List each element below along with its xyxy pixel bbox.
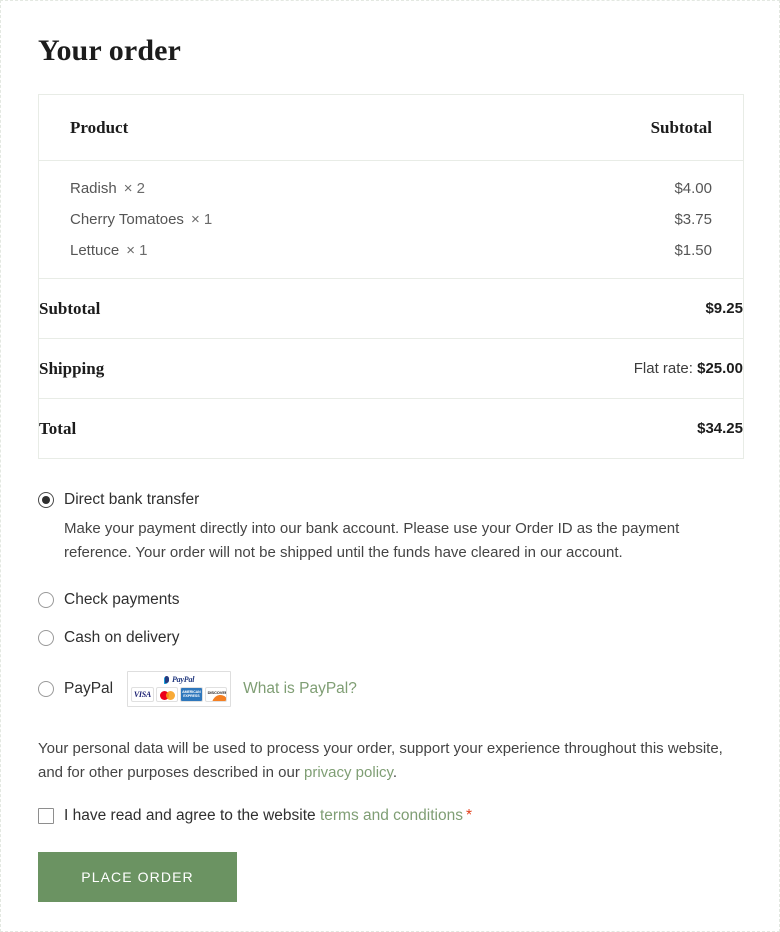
subtotal-row: Subtotal $9.25 — [38, 278, 744, 339]
payment-method-bacs[interactable]: Direct bank transfer Make your payment d… — [38, 487, 742, 564]
terms-row[interactable]: I have read and agree to the website ter… — [38, 807, 742, 825]
total-value-cell: $34.25 — [391, 399, 744, 459]
order-item-amount: $3.75 — [674, 211, 712, 228]
discover-arc — [210, 694, 227, 702]
payment-methods-list: Direct bank transfer Make your payment d… — [38, 487, 742, 711]
payment-method-paypal-header[interactable]: PayPal PayPal VISA AMERICAN EXPRESS DISC… — [38, 667, 742, 711]
order-table-head: Product Subtotal — [38, 94, 744, 161]
payment-method-paypal[interactable]: PayPal PayPal VISA AMERICAN EXPRESS DISC… — [38, 667, 742, 711]
total-label: Total — [39, 418, 77, 438]
radio-cash-on-delivery[interactable] — [38, 630, 54, 647]
order-item-name: Cherry Tomatoes — [70, 211, 184, 228]
order-item-qty: × 2 — [123, 180, 145, 197]
terms-label-text: I have read and agree to the website — [64, 806, 320, 824]
checkout-order-panel: Your order Product Subtotal Radish × 2 $4… — [0, 0, 780, 932]
payment-method-bacs-description: Make your payment directly into our bank… — [64, 520, 680, 561]
payment-method-paypal-label: PayPal — [64, 680, 114, 698]
page-title: Your order — [38, 34, 181, 67]
payment-method-bacs-header[interactable]: Direct bank transfer — [38, 487, 742, 513]
privacy-notice: Your personal data will be used to proce… — [38, 737, 728, 784]
visa-wordmark: VISA — [133, 690, 151, 700]
paypal-p-icon — [163, 675, 170, 684]
payment-method-cod[interactable]: Cash on delivery — [38, 625, 742, 651]
terms-checkbox[interactable] — [38, 807, 54, 824]
checkout-content: Your order Product Subtotal Radish × 2 $4… — [1, 1, 779, 902]
order-item-name: Radish — [70, 180, 117, 197]
order-review-table: Product Subtotal Radish × 2 $4.00 Cherry … — [38, 94, 744, 459]
amex-wordmark: AMERICAN EXPRESS — [182, 690, 201, 698]
paypal-accepted-cards-image: PayPal VISA AMERICAN EXPRESS DISCOVER — [127, 671, 232, 708]
privacy-notice-text-end: . — [392, 764, 398, 782]
card-logos: VISA AMERICAN EXPRESS DISCOVER — [131, 687, 228, 703]
order-summary-body: Subtotal $9.25 Shipping Flat rate: $25.0… — [38, 278, 744, 459]
order-item-name-cell: Radish × 2 — [39, 161, 392, 205]
column-header-product: Product — [38, 94, 391, 161]
amex-icon: AMERICAN EXPRESS — [180, 687, 203, 703]
shipping-value-cell: Flat rate: $25.00 — [391, 338, 744, 399]
radio-paypal[interactable] — [38, 681, 54, 698]
visa-icon: VISA — [131, 687, 154, 703]
order-item-name-cell: Lettuce × 1 — [38, 235, 391, 279]
privacy-policy-link[interactable]: privacy policy — [304, 764, 393, 781]
table-row: Cherry Tomatoes × 1 $3.75 — [39, 204, 744, 235]
radio-direct-bank-transfer[interactable] — [38, 492, 54, 508]
subtotal-label: Subtotal — [38, 278, 391, 339]
table-row: Lettuce × 1 $1.50 — [38, 235, 744, 279]
total-value: $34.25 — [697, 420, 743, 437]
order-item-amount: $1.50 — [391, 235, 744, 279]
shipping-row: Shipping Flat rate: $25.00 — [38, 338, 744, 399]
payment-method-cod-label: Cash on delivery — [64, 629, 180, 647]
payment-method-cheque-label: Check payments — [64, 591, 180, 609]
terms-and-conditions-link[interactable]: terms and conditions — [320, 807, 463, 824]
place-order-button[interactable]: Place order — [38, 851, 237, 902]
order-item-qty: × 1 — [126, 242, 148, 259]
paypal-wordmark: PayPal — [171, 674, 195, 684]
what-is-paypal-link[interactable]: What is PayPal? — [243, 680, 357, 698]
mastercard-circle-orange — [165, 691, 175, 701]
order-items-body: Radish × 2 $4.00 Cherry Tomatoes × 1 $3.75… — [38, 161, 744, 279]
shipping-value: $25.00 — [697, 360, 743, 377]
total-row: Total $34.25 — [39, 399, 744, 459]
payment-method-cheque[interactable]: Check payments — [38, 587, 742, 613]
subtotal-value-cell: $9.25 — [391, 278, 744, 339]
column-header-subtotal: Subtotal — [391, 94, 744, 161]
order-item-name-cell: Cherry Tomatoes × 1 — [39, 204, 392, 235]
order-item-amount: $4.00 — [674, 180, 712, 197]
discover-icon: DISCOVER — [204, 687, 228, 703]
payment-method-bacs-label: Direct bank transfer — [64, 490, 200, 508]
paypal-logo: PayPal — [131, 674, 227, 685]
subtotal-value: $9.25 — [705, 300, 743, 317]
mastercard-icon — [155, 687, 179, 703]
shipping-label: Shipping — [38, 338, 391, 399]
required-asterisk: * — [465, 806, 473, 824]
table-header-row: Product Subtotal — [38, 94, 744, 161]
payment-method-cheque-header[interactable]: Check payments — [38, 587, 742, 613]
table-row: Radish × 2 $4.00 — [39, 161, 744, 205]
radio-check-payments[interactable] — [38, 592, 54, 609]
payment-method-cod-header[interactable]: Cash on delivery — [38, 625, 742, 651]
shipping-method-prefix: Flat rate: — [633, 360, 693, 377]
order-item-name: Lettuce — [70, 242, 120, 259]
terms-label: I have read and agree to the website ter… — [64, 807, 472, 825]
order-item-qty: × 1 — [190, 211, 213, 228]
